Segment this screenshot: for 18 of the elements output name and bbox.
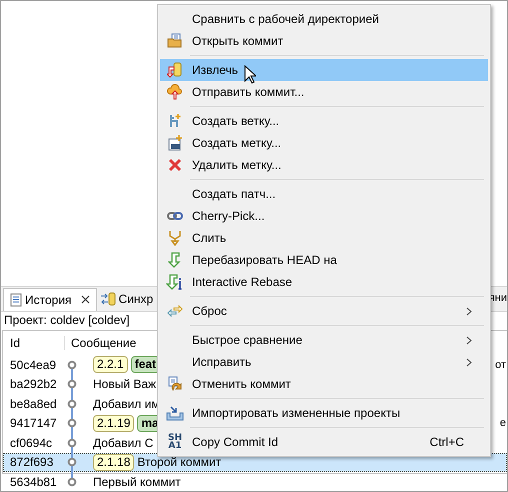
tag-label: 2.1.18 [93,454,134,471]
commit-message: Добавил С [93,436,154,450]
commit-message: Второй коммит [137,455,222,470]
sha-label: SH A1 [167,434,183,450]
commit-id: cf0694c [9,436,54,450]
commit-message: е [500,417,506,430]
commit-id: be8a8ed [9,396,58,411]
shortcut-label: Ctrl+C [430,435,464,449]
commit-id: 9417147 [9,416,58,430]
commit-id: ba292b2 [9,377,58,392]
commit-message: Первый коммит [93,474,181,489]
tag-label: 2.1.19 [93,414,134,432]
commit-id: 5634b81 [9,474,58,489]
commit-message: Новый Важ [93,377,156,392]
commit-message: от [495,358,506,371]
commit-id: 872f693 [9,455,54,470]
commit-id: 50c4ea9 [9,358,58,372]
tag-label: 2.2.1 [93,356,128,374]
